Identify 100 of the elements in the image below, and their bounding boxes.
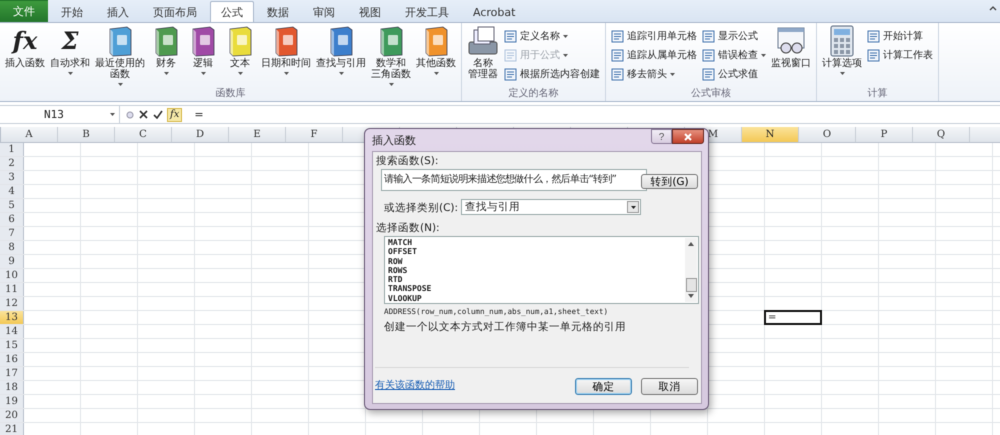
ribbon-small-button[interactable]: 公式求值 [700, 66, 768, 82]
row-header[interactable]: 12 [0, 297, 24, 310]
chevron-icon[interactable] [989, 6, 997, 11]
ribbon-button[interactable]: 监视窗口 [769, 25, 813, 70]
group-label: 定义的名称 [508, 87, 560, 101]
insert-function-button[interactable]: fx [167, 108, 182, 122]
row-header[interactable]: 3 [0, 171, 24, 184]
name-box[interactable]: N13 [0, 106, 120, 123]
ribbon-button[interactable]: 最近使用的 函数 [93, 25, 147, 89]
ribbon-button[interactable]: 计算选项 [820, 25, 864, 78]
ribbon-button[interactable]: 名称 管理器 [465, 25, 501, 81]
ribbon-tab[interactable]: 公式 [210, 1, 254, 22]
ribbon-tab[interactable]: 开发工具 [394, 1, 460, 22]
active-cell[interactable]: = [764, 310, 822, 325]
column-header[interactable]: A [1, 127, 58, 142]
grip-icon [126, 108, 134, 120]
ribbon-button[interactable]: 数学和 三角函数 [369, 25, 413, 89]
scroll-thumb[interactable] [686, 278, 697, 292]
help-link[interactable]: 有关该函数的帮助 [375, 378, 455, 392]
column-header[interactable]: N [742, 127, 799, 142]
function-list[interactable]: MATCH OFFSET ROW ROWS RTD TRANSPOSE VLOOKUP [384, 236, 699, 304]
ribbon-tab[interactable]: 插入 [96, 1, 140, 22]
ribbon-tab[interactable]: 视图 [348, 1, 392, 22]
category-dropdown[interactable]: 查找与引用 [461, 199, 641, 215]
ribbon-button[interactable]: Σ 自动求和 [48, 25, 92, 78]
column-header[interactable]: D [172, 127, 229, 142]
column-header[interactable]: P [856, 127, 913, 142]
row-header[interactable]: 19 [0, 395, 24, 408]
ribbon-small-button[interactable]: 根据所选内容创建 [502, 66, 602, 82]
scrollbar[interactable] [685, 238, 697, 302]
row-header[interactable]: 8 [0, 241, 24, 254]
function-item[interactable]: TRANSPOSE [388, 284, 682, 294]
row-header[interactable]: 20 [0, 409, 24, 422]
dialog-button[interactable]: 取消 [641, 378, 698, 395]
ribbon-small-button[interactable]: 开始计算 [865, 28, 935, 44]
ribbon-button[interactable]: 文本 [222, 25, 258, 78]
ribbon-tab[interactable]: 数据 [256, 1, 300, 22]
ribbon-button[interactable]: fx 插入函数 [3, 25, 47, 70]
calculator-icon [829, 25, 855, 57]
help-button[interactable]: ? [651, 129, 672, 144]
field-label: 选择函数(N): [376, 221, 440, 235]
column-header[interactable]: O [799, 127, 856, 142]
check-icon[interactable] [153, 110, 163, 119]
ribbon-small-button[interactable]: 追踪引用单元格 [609, 28, 699, 44]
scroll-up-icon[interactable] [688, 242, 694, 246]
column-header[interactable]: B [58, 127, 115, 142]
row-header[interactable]: 11 [0, 283, 24, 296]
row-header[interactable]: 15 [0, 339, 24, 352]
function-item[interactable]: ROWS [388, 266, 682, 276]
search-field[interactable]: 请输入一条简短说明来描述您想做什么，然后单击“转到” [381, 169, 647, 191]
row-header[interactable]: 6 [0, 213, 24, 226]
row-header[interactable]: 1 [0, 143, 24, 156]
row-header[interactable]: 5 [0, 199, 24, 212]
row-header[interactable]: 18 [0, 381, 24, 394]
column-header[interactable]: C [115, 127, 172, 142]
function-item[interactable]: OFFSET [388, 247, 682, 257]
ribbon-button[interactable]: 查找与引用 [314, 25, 368, 78]
ribbon-small-button[interactable]: 计算工作表 [865, 47, 935, 63]
ribbon-tab[interactable]: 开始 [50, 1, 94, 22]
close-icon [683, 132, 693, 140]
row-header[interactable]: 2 [0, 157, 24, 170]
document-icon [867, 48, 880, 62]
ribbon-tab[interactable]: 文件 [0, 0, 48, 22]
formula-field[interactable]: = [194, 106, 1000, 123]
row-header[interactable]: 4 [0, 185, 24, 198]
cancel-icon[interactable] [139, 110, 148, 119]
row-header[interactable]: 16 [0, 353, 24, 366]
dialog-button[interactable]: 确定 [575, 378, 632, 395]
document-icon [611, 30, 624, 42]
row-header[interactable]: 9 [0, 255, 24, 268]
column-header[interactable]: Q [913, 127, 970, 142]
ribbon-button[interactable]: 财务 [148, 25, 184, 78]
ribbon-button[interactable]: 其他函数 [414, 25, 458, 78]
go-button[interactable]: 转到(G) [641, 174, 698, 189]
row-header[interactable]: 17 [0, 367, 24, 380]
document-icon [867, 30, 880, 42]
row-header[interactable]: 10 [0, 269, 24, 282]
ribbon-tab[interactable]: 页面布局 [142, 1, 208, 22]
row-header[interactable]: 7 [0, 227, 24, 240]
row-header[interactable]: 21 [0, 423, 24, 435]
group-label: 公式审核 [690, 87, 732, 101]
column-header[interactable]: E [229, 127, 286, 142]
function-item[interactable]: RTD [388, 275, 682, 284]
ribbon-small-button[interactable]: 移去箭头 [609, 66, 699, 82]
ribbon-tab[interactable]: 审阅 [302, 1, 346, 22]
ribbon-tab[interactable]: Acrobat [462, 1, 526, 22]
ribbon-small-button[interactable]: 定义名称 [502, 28, 602, 44]
function-item[interactable]: ROW [388, 256, 682, 266]
row-header[interactable]: 14 [0, 325, 24, 338]
function-item[interactable]: MATCH [388, 238, 682, 248]
function-item[interactable]: VLOOKUP [388, 294, 682, 304]
close-button[interactable] [672, 129, 704, 144]
ribbon-button[interactable]: 逻辑 [185, 25, 221, 78]
scroll-down-icon[interactable] [688, 294, 694, 298]
ribbon-small-button[interactable]: 错误检查 [700, 47, 768, 63]
ribbon-button[interactable]: 日期和时间 [259, 25, 313, 78]
ribbon-small-button[interactable]: 追踪从属单元格 [609, 47, 699, 63]
row-header[interactable]: 13 [0, 311, 24, 324]
column-header[interactable]: F [286, 127, 343, 142]
ribbon-small-button[interactable]: 显示公式 [700, 28, 768, 44]
